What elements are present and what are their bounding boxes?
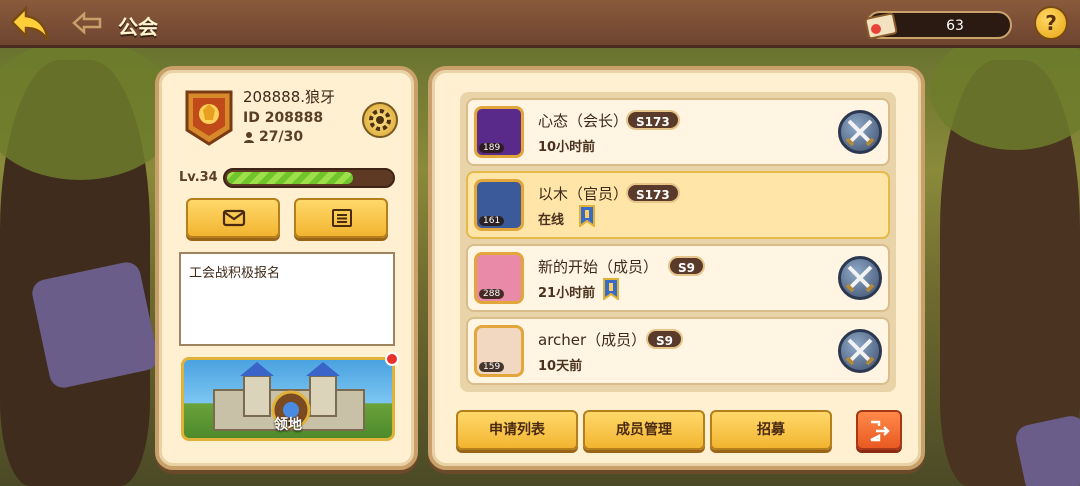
member-row[interactable]: 161 以木（官员） S173 在线 xyxy=(466,171,890,239)
help-button[interactable]: ? xyxy=(1034,6,1068,40)
member-battle-button[interactable] xyxy=(838,256,882,300)
guild-name: 208888.狼牙 xyxy=(243,88,336,106)
member-avatar-level: 288 xyxy=(479,289,505,299)
member-avatar-level: 159 xyxy=(479,362,505,372)
member-list-panel: 189 心态（会长） S173 10小时前 161 以木（官员） S173 在线 288 新的开始… xyxy=(428,66,925,470)
rank-flag-icon xyxy=(603,278,619,300)
battle-swords-icon xyxy=(845,265,875,293)
member-avatar[interactable]: 288 xyxy=(474,252,524,304)
member-avatar-level: 189 xyxy=(479,143,505,153)
guild-log-button[interactable] xyxy=(294,198,388,238)
guild-announcement[interactable]: 工会战积极报名 xyxy=(179,252,395,346)
member-count-text: 27/30 xyxy=(259,129,304,145)
member-last-online: 21小时前 xyxy=(538,286,596,301)
guild-xp-fill xyxy=(227,172,353,184)
member-list[interactable]: 189 心态（会长） S173 10小时前 161 以木（官员） S173 在线 288 新的开始… xyxy=(460,92,896,392)
background-rock xyxy=(29,259,161,391)
mail-icon xyxy=(222,209,246,227)
member-manage-button[interactable]: 成员管理 xyxy=(583,410,705,450)
member-avatar[interactable]: 159 xyxy=(474,325,524,377)
member-name: 以木（官员） xyxy=(538,185,629,203)
member-last-online: 在线 xyxy=(538,213,565,228)
back-button[interactable] xyxy=(8,4,52,44)
exit-guild-button[interactable] xyxy=(856,410,902,450)
top-bar: 公会 63 ? xyxy=(0,0,1080,48)
member-avatar-level: 161 xyxy=(479,216,505,226)
member-server-badge: S9 xyxy=(646,329,683,349)
title-ornament-icon xyxy=(72,11,102,35)
guild-mail-button[interactable] xyxy=(186,198,280,238)
recruit-button[interactable]: 招募 xyxy=(710,410,832,450)
apply-list-button[interactable]: 申请列表 xyxy=(456,410,578,450)
guild-info-panel: 208888.狼牙 ID 208888 27/30 Lv.34 工会战积极报名 xyxy=(155,66,418,470)
member-battle-button[interactable] xyxy=(838,110,882,154)
member-avatar[interactable]: 161 xyxy=(474,179,524,231)
member-battle-button[interactable] xyxy=(838,329,882,373)
member-row[interactable]: 159 archer（成员） S9 10天前 xyxy=(466,317,890,385)
person-icon xyxy=(244,132,254,143)
battle-swords-icon xyxy=(845,119,875,147)
currency-value: 63 xyxy=(946,18,964,34)
guild-xp-bar xyxy=(223,168,395,188)
member-name: 新的开始（成员） xyxy=(538,258,659,276)
page-title: 公会 xyxy=(118,15,158,39)
exit-icon xyxy=(870,420,890,442)
settings-icon xyxy=(369,109,391,131)
back-arrow-icon xyxy=(10,4,50,41)
member-name: 心态（会长） xyxy=(538,112,629,130)
help-icon: ? xyxy=(1045,11,1057,35)
territory-button[interactable]: 领地 xyxy=(181,357,395,441)
guild-id: ID 208888 xyxy=(243,110,324,126)
guild-level: Lv.34 xyxy=(179,170,218,185)
member-row[interactable]: 189 心态（会长） S173 10小时前 xyxy=(466,98,890,166)
member-server-badge: S173 xyxy=(626,183,680,203)
battle-swords-icon xyxy=(845,338,875,366)
member-count: 27/30 xyxy=(243,129,303,145)
rank-flag-icon xyxy=(579,205,595,227)
member-last-online: 10天前 xyxy=(538,359,583,374)
member-last-online: 10小时前 xyxy=(538,140,596,155)
member-server-badge: S9 xyxy=(668,256,705,276)
lion-emblem-icon xyxy=(185,90,233,146)
member-name: archer（成员） xyxy=(538,331,647,349)
background-foliage xyxy=(0,40,180,180)
settings-button[interactable] xyxy=(362,102,398,138)
member-avatar[interactable]: 189 xyxy=(474,106,524,158)
ticket-icon xyxy=(864,12,898,40)
notification-dot xyxy=(385,352,399,366)
member-row[interactable]: 288 新的开始（成员） S9 21小时前 xyxy=(466,244,890,312)
territory-label: 领地 xyxy=(274,417,302,433)
notice-list-icon xyxy=(332,209,352,227)
currency-display: 63 xyxy=(864,11,1012,40)
member-server-badge: S173 xyxy=(626,110,680,130)
